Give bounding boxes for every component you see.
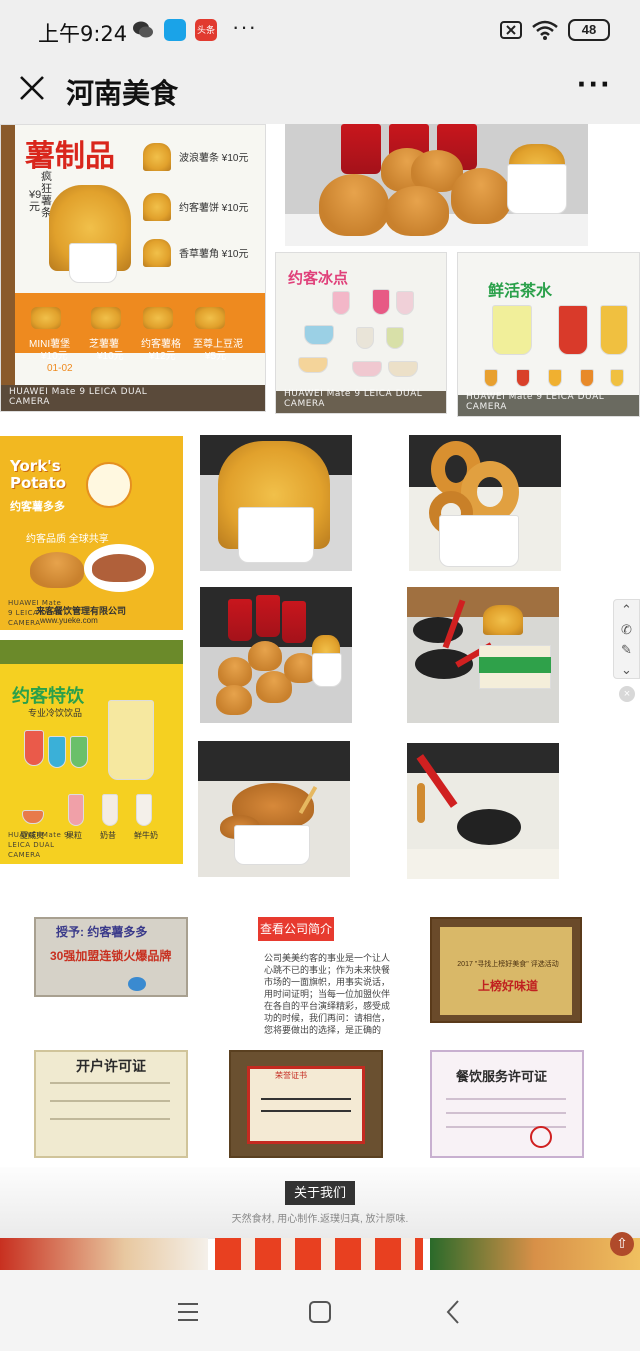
photo-chicken-cup[interactable] <box>198 741 350 877</box>
photo-menu-tea[interactable]: 鲜活茶水 HUAWEI Mate 9 LEICA DUAL CAMERA <box>457 252 640 417</box>
photo-burger-combo[interactable] <box>200 587 352 723</box>
photo-drink-cup[interactable] <box>407 743 559 879</box>
photo-onion-rings[interactable] <box>409 435 561 571</box>
photo-burgers-cola[interactable] <box>285 124 588 246</box>
photo-watermark: HUAWEI Mate 9 LEICA DUAL CAMERA <box>9 387 148 407</box>
company-intro-text: 公司美美约客的事业是一个让人心跳不已的事业；作为未来快餐市场的一面旗帜，用事实说… <box>264 953 391 1035</box>
photo-fries-cup[interactable] <box>200 435 352 571</box>
wifi-icon <box>532 20 558 40</box>
menu-ice-title: 约客冰点 <box>288 269 349 287</box>
scroll-down-icon[interactable]: ⌄ <box>614 660 639 680</box>
status-more: ··· <box>232 14 257 39</box>
plaque-brand-text: 30强加盟连锁火爆品牌 <box>50 949 172 963</box>
photo-drinks-snack[interactable] <box>407 587 559 723</box>
menu-fries-item: 约客薯饼 ¥10元 <box>179 203 249 214</box>
strip-photo[interactable] <box>430 1238 640 1270</box>
toutiao-label: 头条 <box>196 25 215 35</box>
photo-menu-fries[interactable]: 薯制品 疯狂薯条 ¥9元 波浪薯条 ¥10元 约客薯饼 ¥10元 香草薯角 ¥1… <box>0 124 266 412</box>
menu-fries-price-badge: ¥9元 <box>29 189 42 213</box>
about-us-button[interactable]: 关于我们 <box>285 1181 355 1205</box>
plaque-brand-title: 授予: 约客薯多多 <box>56 925 148 939</box>
menu-fries-item: 波浪薯条 ¥10元 <box>179 153 249 164</box>
photo-menu-ice[interactable]: 约客冰点 HUAWEI Mate 9 LEICA DUAL CAMERA <box>275 252 447 414</box>
menu-potato-slogan: 约客品质 全球共享 <box>26 534 109 545</box>
menu-fries-bottom-price: ¥10元 <box>97 351 124 362</box>
about-subtitle: 天然食材, 用心制作.返璞归真, 放汁原味. <box>231 1214 409 1225</box>
menu-fries-bottom-price: ¥12元 <box>149 351 176 362</box>
plaque-brand[interactable]: 授予: 约客薯多多 30强加盟连锁火爆品牌 <box>34 917 188 997</box>
toutiao-icon: 头条 <box>195 19 217 41</box>
page-content: 薯制品 疯狂薯条 ¥9元 波浪薯条 ¥10元 约客薯饼 ¥10元 香草薯角 ¥1… <box>0 124 640 1270</box>
photo-watermark: HUAWEI Mate 9 LEICA DUAL CAMERA <box>284 389 423 409</box>
menu-potato-title: York's Potato <box>10 457 67 492</box>
status-time: 上午9:24 <box>38 22 128 46</box>
edit-icon[interactable]: ✎ <box>614 640 639 660</box>
home-icon[interactable] <box>300 1292 340 1332</box>
app-icon <box>164 19 186 41</box>
certificate-honor[interactable]: 荣誉证书 <box>229 1050 383 1158</box>
menu-fries-title: 薯制品 <box>25 139 115 174</box>
close-icon[interactable] <box>18 74 48 104</box>
menu-potato-subtitle: 约客薯多多 <box>10 500 65 513</box>
menu-drinks-item: 鲜牛奶 <box>134 831 158 840</box>
photo-watermark: HUAWEI Mate 9 LEICA DUAL CAMERA <box>8 831 69 859</box>
menu-drinks-item: 奶昔 <box>100 831 116 840</box>
menu-fries-page-no: 01-02 <box>47 363 73 374</box>
status-right: 48 <box>500 19 610 41</box>
plaque-award-text: 上榜好味道 <box>477 979 538 993</box>
plaque-award[interactable]: 2017 "寻找上榜好美食" 评选活动 上榜好味道 <box>430 917 582 1023</box>
photo-menu-potato[interactable]: York's Potato 约客薯多多 约客品质 全球共享 来客餐饮管理有限公司… <box>0 436 183 630</box>
menu-fries-bottom-price: ¥10元 <box>41 351 68 362</box>
menu-icon[interactable] <box>168 1292 208 1332</box>
license-account-title: 开户许可证 <box>76 1058 146 1074</box>
back-icon[interactable] <box>434 1292 474 1332</box>
certificate-honor-title: 荣誉证书 <box>275 1071 307 1080</box>
license-account[interactable]: 开户许可证 <box>34 1050 188 1158</box>
menu-drinks-subtitle: 专业冷饮饮品 <box>28 708 83 718</box>
scroll-up-icon[interactable]: ⌃ <box>614 600 639 620</box>
close-floating-icon[interactable]: × <box>619 686 635 702</box>
license-food-service-title: 餐饮服务许可证 <box>456 1069 548 1084</box>
more-options-button[interactable]: ··· <box>577 66 612 103</box>
sim-icon <box>500 21 522 39</box>
photo-watermark: HUAWEI Mate 9 LEICA DUAL CAMERA <box>8 599 63 627</box>
system-nav-bar <box>0 1270 640 1351</box>
plaque-award-title: 2017 "寻找上榜好美食" 评选活动 <box>457 961 559 968</box>
menu-fries-bottom-price: ¥5元 <box>205 351 227 362</box>
strip-photo[interactable] <box>0 1238 208 1270</box>
photo-menu-drinks[interactable]: 约客特饮 专业冷饮饮品 夏威夷 果粒 奶昔 鲜牛奶 HUAWEI Mate 9 … <box>0 640 183 864</box>
back-to-top-icon[interactable]: ⇧ <box>610 1232 634 1256</box>
company-intro-button[interactable]: 查看公司简介 <box>258 917 334 941</box>
menu-drinks-title: 约客特饮 <box>12 686 84 707</box>
title-bar: 河南美食 ··· <box>0 62 640 124</box>
page-title: 河南美食 <box>66 77 179 110</box>
strip-photo[interactable] <box>215 1238 423 1270</box>
phone-icon[interactable]: ✆ <box>614 620 639 640</box>
status-bar: 上午9:24 头条 ··· 48 <box>0 0 640 62</box>
license-food-service[interactable]: 餐饮服务许可证 <box>430 1050 584 1158</box>
menu-fries-item: 香草薯角 ¥10元 <box>179 249 249 260</box>
floating-toolbar: ⌃ ✆ ✎ ⌄ <box>613 599 640 679</box>
menu-tea-title: 鲜活茶水 <box>488 281 553 300</box>
wechat-icon <box>132 19 154 41</box>
photo-watermark: HUAWEI Mate 9 LEICA DUAL CAMERA <box>466 392 605 412</box>
battery-indicator: 48 <box>568 19 610 41</box>
